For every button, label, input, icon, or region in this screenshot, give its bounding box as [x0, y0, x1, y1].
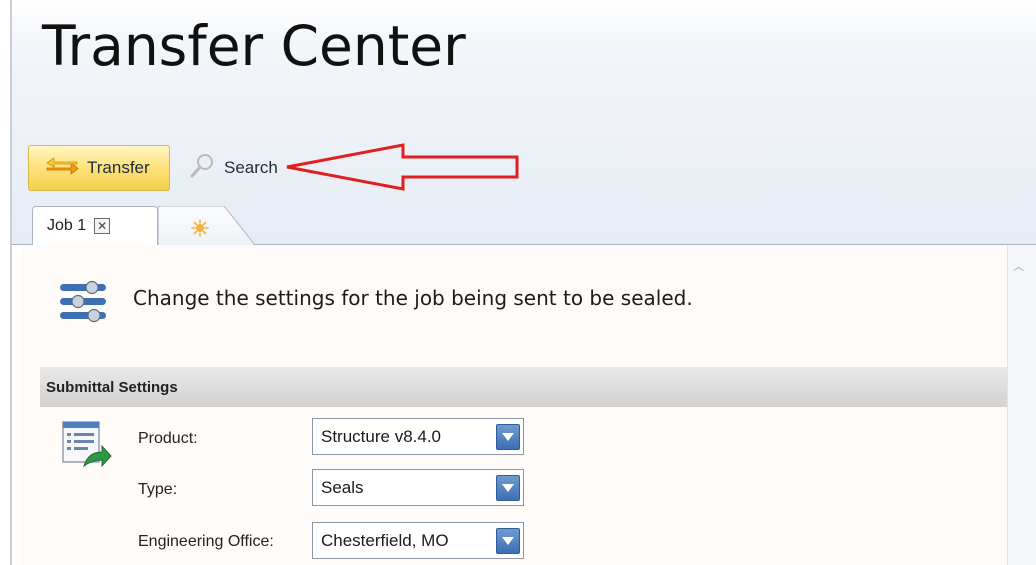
new-tab-sparkle-icon [191, 219, 209, 237]
settings-sliders-icon [58, 276, 110, 333]
engineering-office-label: Engineering Office: [138, 533, 274, 550]
engineering-office-select-value: Chesterfield, MO [321, 530, 449, 550]
search-icon [188, 151, 218, 186]
section-title: Submittal Settings [46, 378, 178, 396]
search-button-label: Search [224, 158, 278, 177]
product-label: Product: [138, 430, 198, 447]
tab-job-1-label: Job 1 [47, 217, 87, 234]
page-title: Transfer Center [42, 14, 466, 78]
chevron-down-icon[interactable] [496, 475, 520, 501]
chevron-down-icon[interactable] [496, 424, 520, 450]
chevron-down-icon[interactable] [496, 528, 520, 554]
tab-job-1[interactable]: Job 1 ✕ [32, 206, 158, 245]
search-button[interactable]: Search [188, 150, 278, 186]
product-select[interactable]: Structure v8.4.0 [312, 418, 524, 455]
engineering-office-select[interactable]: Chesterfield, MO [312, 522, 524, 559]
annotation-arrow [285, 143, 525, 196]
transfer-button[interactable]: Transfer [28, 145, 170, 191]
section-header-submittal-settings: Submittal Settings [40, 367, 1007, 407]
scroll-up-arrow-icon[interactable]: ︿ [1013, 258, 1024, 274]
type-select-value: Seals [321, 477, 364, 497]
type-label: Type: [138, 481, 178, 498]
type-select[interactable]: Seals [312, 469, 524, 506]
tab-new-outline [158, 206, 256, 246]
product-select-value: Structure v8.4.0 [321, 426, 442, 446]
document-send-icon [62, 420, 112, 477]
close-tab-icon[interactable]: ✕ [94, 218, 111, 234]
panel-description: Change the settings for the job being se… [133, 286, 693, 310]
vertical-scrollbar[interactable] [1007, 245, 1036, 565]
transfer-arrows-icon [45, 156, 79, 181]
transfer-button-label: Transfer [87, 158, 150, 177]
